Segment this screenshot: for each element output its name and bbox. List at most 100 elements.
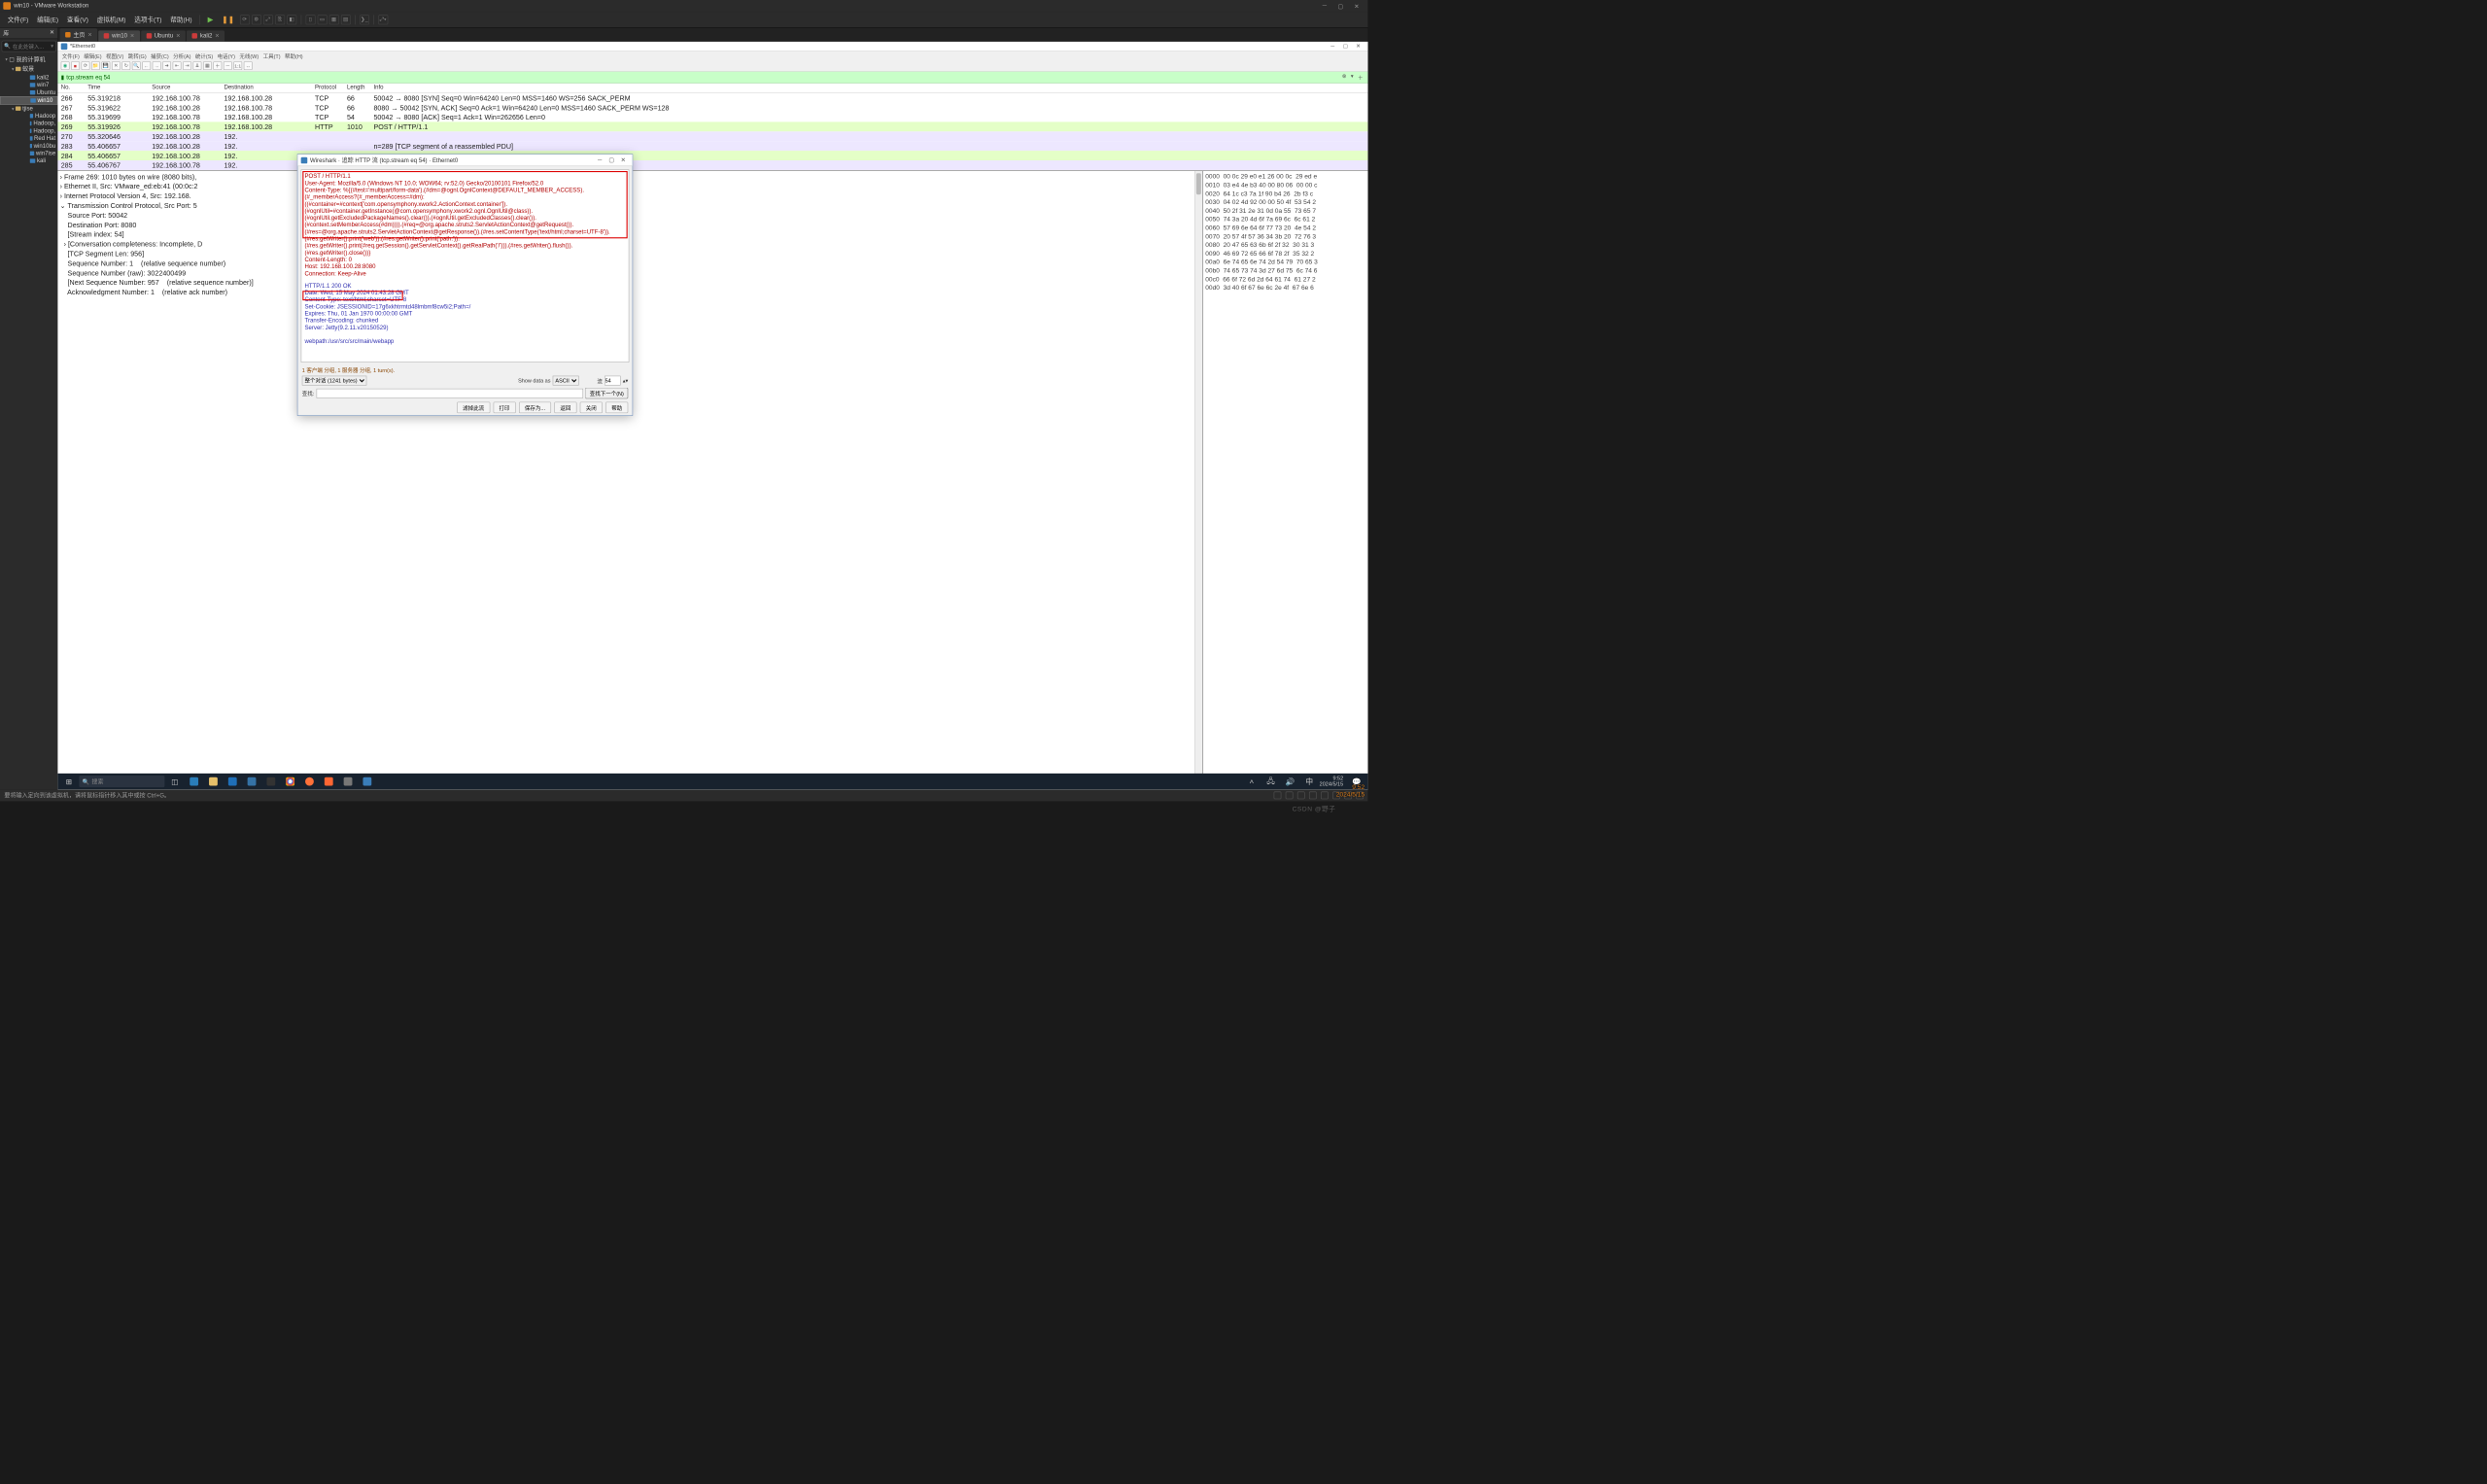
hex-line[interactable]: 00d0 3d 40 6f 67 6e 6c 2e 4f 67 6e 6 [1205,284,1365,293]
tb-resize-cols-icon[interactable]: ↔ [244,61,253,70]
tree-vm[interactable]: Red Hat [0,135,57,143]
wireshark-taskbar-icon[interactable] [359,775,377,788]
menu-help[interactable]: 帮助(H) [167,14,195,25]
tree-vm[interactable]: kali2 [0,74,57,82]
stream-content[interactable]: POST / HTTP/1.1User-Agent: Mozilla/5.0 (… [301,169,630,362]
tb-open-icon[interactable]: 📁 [91,61,100,70]
tree-vm[interactable]: Hadoop, [0,120,57,127]
help-button[interactable]: 帮助 [605,402,628,414]
tree-vm[interactable]: Hadoop [0,113,57,121]
packet-bytes[interactable]: 0000 00 0c 29 e0 e1 26 00 0c 29 ed e0010… [1202,171,1367,779]
packet-row[interactable]: 28355.406657192.168.100.28192. n=289 [TC… [57,141,1367,151]
filter-dropdown-icon[interactable]: ▾ [1349,73,1355,81]
tb-last-icon[interactable]: ⇥ [183,61,191,70]
packet-row[interactable]: 28555.406767192.168.100.78192. 0 [57,160,1367,170]
hex-line[interactable]: 0020 64 1c c3 7a 1f 90 b4 26 2b f3 c [1205,190,1365,198]
dlg-minimize[interactable]: ─ [594,156,605,163]
close-button[interactable]: ✕ [1349,2,1365,9]
menu-tabs[interactable]: 选项卡(T) [131,14,165,25]
tb-first-icon[interactable]: ⇤ [173,61,182,70]
tb-next-icon[interactable]: → [153,61,161,70]
toolbar-btn[interactable]: ⟳ [240,15,250,24]
tree-vm[interactable]: Ubuntu [0,88,57,96]
packet-row[interactable]: 26855.319699192.168.100.78192.168.100.28… [57,113,1367,122]
ws-menu-capture[interactable]: 捕获(C) [151,52,169,59]
tree-vm[interactable]: win10bu [0,142,57,150]
hex-line[interactable]: 0070 20 57 4f 57 36 34 3b 20 72 76 3 [1205,232,1365,241]
hex-line[interactable]: 00c0 66 6f 72 6d 2d 64 61 74 61 27 2 [1205,275,1365,284]
tree-group[interactable]: ▾tjise [0,105,57,113]
view-multi-icon[interactable]: ▭ [317,15,327,24]
menu-edit[interactable]: 编辑(E) [34,14,62,25]
ws-close[interactable]: ✕ [1352,44,1364,50]
menu-file[interactable]: 文件(F) [4,14,31,25]
ws-menu-goto[interactable]: 跳转(G) [128,52,147,59]
filter-input[interactable]: tcp.stream eq 54 [64,74,1340,82]
tray-volume-icon[interactable]: 🔊 [1281,775,1299,788]
tab-kali2[interactable]: kali2✕ [187,30,225,41]
device-usb-icon[interactable] [1309,792,1317,800]
packet-row[interactable]: 28455.406657192.168.100.28192. [57,151,1367,160]
back-button[interactable]: 返回 [554,402,576,414]
view-grid-icon[interactable]: ▦ [329,15,339,24]
tb-colorize-icon[interactable]: ▦ [203,61,212,70]
tree-root[interactable]: ▾☐我的计算机 [0,54,57,64]
sidebar-search[interactable]: 🔍在此处键入...▾ [2,41,56,52]
hex-line[interactable]: 0010 03 e4 4e b3 40 00 80 06 00 00 c [1205,181,1365,190]
store-icon[interactable] [224,775,242,788]
tb-prev-icon[interactable]: ← [142,61,151,70]
ws-menu-file[interactable]: 文件(F) [62,52,80,59]
firefox-icon[interactable] [300,775,319,788]
fullscreen-icon[interactable]: ⤢▾ [378,15,388,24]
toolbar-btn[interactable]: ⤢ [263,15,273,24]
taskview-icon[interactable]: ◫ [166,775,185,788]
hex-line[interactable]: 0000 00 0c 29 e0 e1 26 00 0c 29 ed e [1205,172,1365,181]
packet-row[interactable]: 26655.319218192.168.100.78192.168.100.28… [57,93,1367,103]
tab-close-icon[interactable]: ✕ [176,33,181,39]
maximize-button[interactable]: ▢ [1332,2,1349,9]
tb-find-icon[interactable]: 🔍 [132,61,141,70]
tab-ubuntu[interactable]: Ubuntu✕ [141,30,186,41]
print-button[interactable]: 打印 [493,402,515,414]
tb-autoscroll-icon[interactable]: ⇊ [193,61,202,70]
stream-stepper-icon[interactable]: ▴▾ [623,378,629,384]
packet-row[interactable]: 26955.319926192.168.100.78192.168.100.28… [57,121,1367,131]
tb-save-icon[interactable]: 💾 [102,61,111,70]
hex-line[interactable]: 0040 50 2f 31 2e 31 0d 0a 55 73 65 7 [1205,206,1365,215]
tree-vm[interactable]: win7ise [0,150,57,157]
device-cd-icon[interactable] [1286,792,1294,800]
taskbar-search[interactable]: 🔍搜索 [79,776,164,787]
terminal-icon[interactable] [262,775,281,788]
power-on-icon[interactable]: ▶ [204,14,217,25]
pause-icon[interactable]: ❚❚ [219,14,238,25]
find-input[interactable] [316,389,583,398]
tab-close-icon[interactable]: ✕ [87,32,92,38]
tb-start-icon[interactable]: ◉ [61,61,70,70]
view-single-icon[interactable]: ▯ [305,15,315,24]
packet-row[interactable]: 27055.320646192.168.100.28192. [57,131,1367,141]
tb-goto-icon[interactable]: ➜ [162,61,171,70]
ws-menu-analyze[interactable]: 分析(A) [173,52,190,59]
ws-menu-help[interactable]: 帮助(H) [285,52,303,59]
console-icon[interactable]: ❯_ [360,15,369,24]
tray-network-icon[interactable]: 🖧 [1261,775,1280,788]
tb-zoom-reset-icon[interactable]: 1:1 [233,61,242,70]
filter-clear-icon[interactable]: ⊗ [1340,73,1348,81]
tb-zoom-out-icon[interactable]: － [224,61,232,70]
tb-close-icon[interactable]: ✕ [112,61,121,70]
device-sound-icon[interactable] [1321,792,1329,800]
tb-stop-icon[interactable]: ■ [71,61,80,70]
menu-view[interactable]: 查看(V) [64,14,92,25]
hex-line[interactable]: 00a0 6e 74 65 6e 74 2d 54 79 70 65 3 [1205,258,1365,266]
ws-menu-wifi[interactable]: 无线(W) [239,52,259,59]
hex-line[interactable]: 0050 74 3a 20 4d 6f 7a 69 6c 6c 61 2 [1205,215,1365,224]
details-scrollbar[interactable] [1194,171,1202,779]
explorer-icon[interactable] [204,775,223,788]
chrome-icon[interactable] [281,775,299,788]
sidebar-close-icon[interactable]: ✕ [50,29,54,38]
tree-vm[interactable]: Hadoop, [0,127,57,135]
ws-menu-tools[interactable]: 工具(T) [263,52,281,59]
edge-icon[interactable] [185,775,203,788]
show-as-select[interactable]: ASCII [553,376,579,386]
tb-restart-icon[interactable]: ⟳ [82,61,90,70]
